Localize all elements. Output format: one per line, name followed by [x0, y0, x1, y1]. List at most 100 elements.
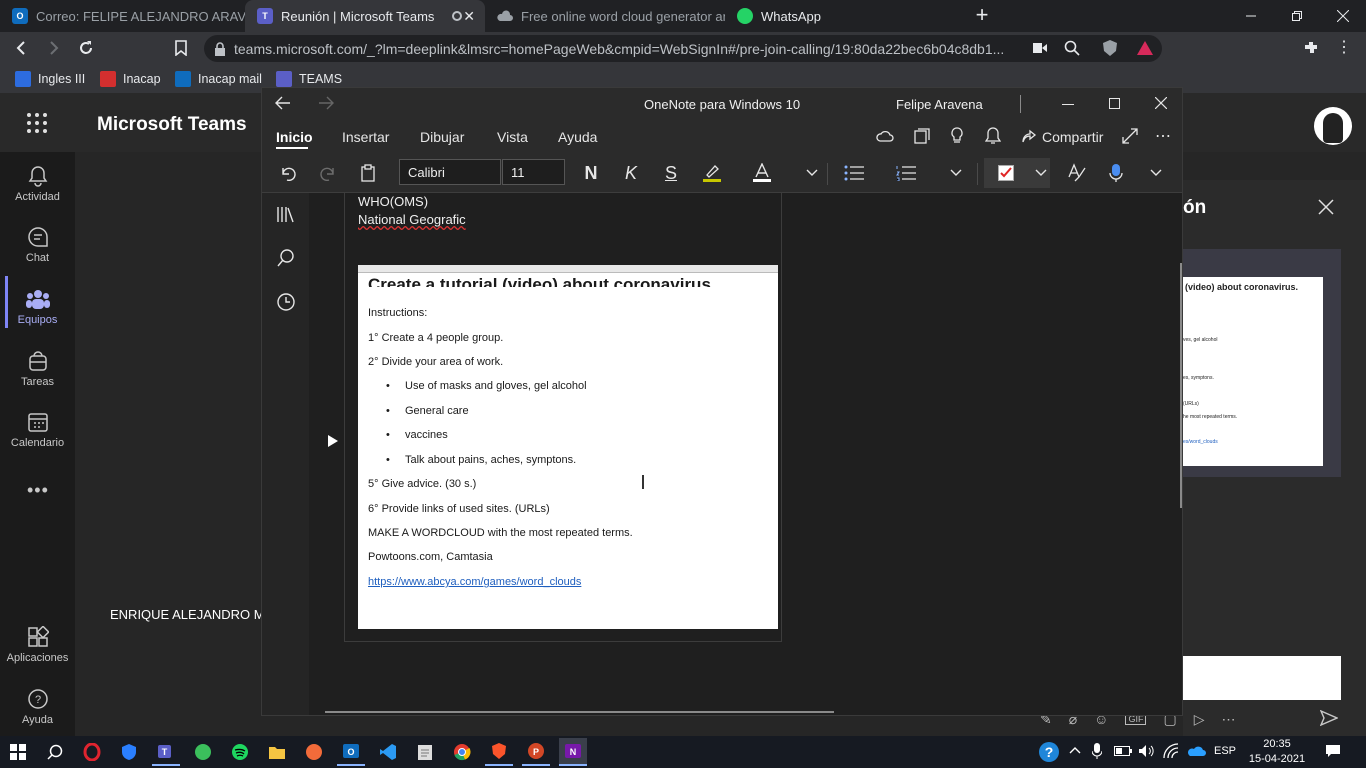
checkbox-tag-icon[interactable] [995, 153, 1017, 193]
rail-tasks[interactable]: Tareas [0, 339, 75, 399]
pages-icon[interactable] [914, 128, 930, 144]
extensions-icon[interactable] [1303, 40, 1319, 56]
embedded-document-image[interactable]: Create a tutorial (video) about coronavi… [358, 265, 778, 629]
recent-icon[interactable] [277, 293, 295, 311]
camera-icon[interactable] [1033, 42, 1047, 54]
tab-outlook[interactable]: O Correo: FELIPE ALEJANDRO ARAVENA [0, 0, 245, 32]
fullscreen-icon[interactable] [1122, 128, 1138, 144]
tab-insertar[interactable]: Insertar [342, 121, 389, 153]
restore-button[interactable] [1274, 0, 1320, 32]
dictate-icon[interactable] [1105, 153, 1127, 193]
more-icon[interactable]: ⋯ [1221, 711, 1235, 728]
notepad-icon[interactable] [411, 738, 439, 766]
spotify-icon[interactable] [226, 738, 254, 766]
rail-teams[interactable]: Equipos [0, 277, 75, 337]
onedrive-icon[interactable] [1186, 745, 1206, 757]
close-icon[interactable]: ✕ [463, 8, 475, 25]
file-explorer-icon[interactable] [263, 738, 291, 766]
onenote-taskbar-icon[interactable]: N [559, 738, 587, 766]
outlook-taskbar-icon[interactable]: O [337, 738, 365, 766]
volume-icon[interactable] [1138, 744, 1156, 758]
meet-icon[interactable]: ▷ [1194, 711, 1205, 728]
chevron-up-icon[interactable] [1069, 746, 1081, 754]
more-options-icon[interactable]: ⋯ [1155, 126, 1171, 146]
app-launcher-icon[interactable] [26, 112, 48, 134]
rail-activity[interactable]: Actividad [0, 154, 75, 214]
rail-help[interactable]: ? Ayuda [0, 677, 75, 737]
font-size-select[interactable]: 11 [502, 159, 565, 185]
font-color-icon[interactable] [750, 153, 774, 193]
close-window-button[interactable] [1155, 97, 1167, 109]
chat-compose-box[interactable] [1183, 656, 1341, 700]
reload-icon[interactable] [78, 40, 94, 56]
back-icon[interactable] [13, 40, 29, 56]
brave-icon[interactable] [485, 738, 513, 766]
clock[interactable]: 20:35 15-04-2021 [1248, 737, 1306, 767]
vertical-scrollbar[interactable] [1180, 263, 1182, 508]
tab-teams[interactable]: T Reunión | Microsoft Teams ✕ [245, 0, 485, 32]
menu-icon[interactable]: ⋮ [1336, 40, 1352, 56]
doc-link[interactable]: https://www.abcya.com/games/word_clouds [368, 576, 581, 588]
security-icon[interactable] [115, 738, 143, 766]
avatar[interactable] [1314, 107, 1352, 145]
bullet-list-icon[interactable] [842, 153, 866, 193]
notifications-icon[interactable] [1325, 744, 1341, 758]
bookmark-inacap-mail[interactable]: Inacap mail [175, 65, 262, 93]
minimize-button[interactable] [1228, 0, 1274, 32]
horizontal-scrollbar[interactable] [325, 711, 834, 713]
help-icon[interactable]: ? [1038, 741, 1060, 763]
zoom-icon[interactable] [1064, 40, 1080, 56]
bookmark-ingles[interactable]: Ingles III [15, 65, 85, 93]
chevron-down-icon[interactable] [1031, 153, 1051, 193]
chevron-down-icon[interactable] [802, 153, 822, 193]
tab-ayuda[interactable]: Ayuda [558, 121, 597, 153]
forward-icon[interactable] [46, 40, 62, 56]
rail-chat[interactable]: Chat [0, 215, 75, 275]
search-icon[interactable] [41, 738, 69, 766]
new-tab-button[interactable]: + [970, 4, 994, 28]
rail-apps[interactable]: Aplicaciones [0, 615, 75, 675]
brave-shield-icon[interactable] [1101, 39, 1119, 57]
more-apps-icon[interactable]: ••• [27, 480, 49, 501]
minimize-button[interactable] [1062, 104, 1074, 105]
font-select[interactable]: Calibri [399, 159, 501, 185]
tab-dibujar[interactable]: Dibujar [420, 121, 464, 153]
close-window-button[interactable] [1320, 0, 1366, 32]
close-icon[interactable] [1318, 199, 1334, 215]
rail-calendar[interactable]: Calendario [0, 400, 75, 460]
highlighter-icon[interactable] [700, 153, 724, 193]
italic-button[interactable]: K [620, 153, 642, 193]
bookmark-icon[interactable] [174, 40, 188, 56]
notebooks-icon[interactable] [276, 205, 294, 223]
tab-vista[interactable]: Vista [497, 121, 528, 153]
clipboard-icon[interactable] [356, 153, 380, 193]
orange-app-icon[interactable] [300, 738, 328, 766]
search-icon[interactable] [277, 249, 295, 267]
chrome-icon[interactable] [448, 738, 476, 766]
language-indicator[interactable]: ESP [1214, 745, 1236, 757]
underline-button[interactable]: S [660, 153, 682, 193]
url-field[interactable]: teams.microsoft.com/_?lm=deeplink&lmsrc=… [204, 35, 1162, 62]
bold-button[interactable]: N [580, 153, 602, 193]
leaf-app-icon[interactable] [189, 738, 217, 766]
powerpoint-icon[interactable]: P [522, 738, 550, 766]
send-icon[interactable] [1320, 710, 1338, 726]
expand-pane-icon[interactable] [328, 435, 338, 447]
microphone-icon[interactable] [1092, 743, 1102, 759]
user-name[interactable]: Felipe Aravena [896, 97, 983, 112]
opera-icon[interactable] [78, 738, 106, 766]
bookmark-inacap[interactable]: Inacap [100, 65, 161, 93]
undo-icon[interactable] [276, 153, 300, 193]
sync-icon[interactable] [876, 128, 894, 144]
chevron-down-icon[interactable] [1146, 153, 1166, 193]
numbered-list-icon[interactable] [894, 153, 918, 193]
back-arrow-icon[interactable] [275, 96, 291, 110]
tab-whatsapp[interactable]: WhatsApp [725, 0, 965, 32]
brave-rewards-icon[interactable] [1136, 40, 1154, 56]
spelling-icon[interactable] [1064, 153, 1088, 193]
bell-icon[interactable] [985, 127, 1001, 145]
maximize-button[interactable] [1109, 98, 1120, 109]
chevron-down-icon[interactable] [946, 153, 966, 193]
wifi-icon[interactable] [1163, 743, 1179, 759]
tab-wordcloud[interactable]: Free online word cloud generator and [485, 0, 725, 32]
